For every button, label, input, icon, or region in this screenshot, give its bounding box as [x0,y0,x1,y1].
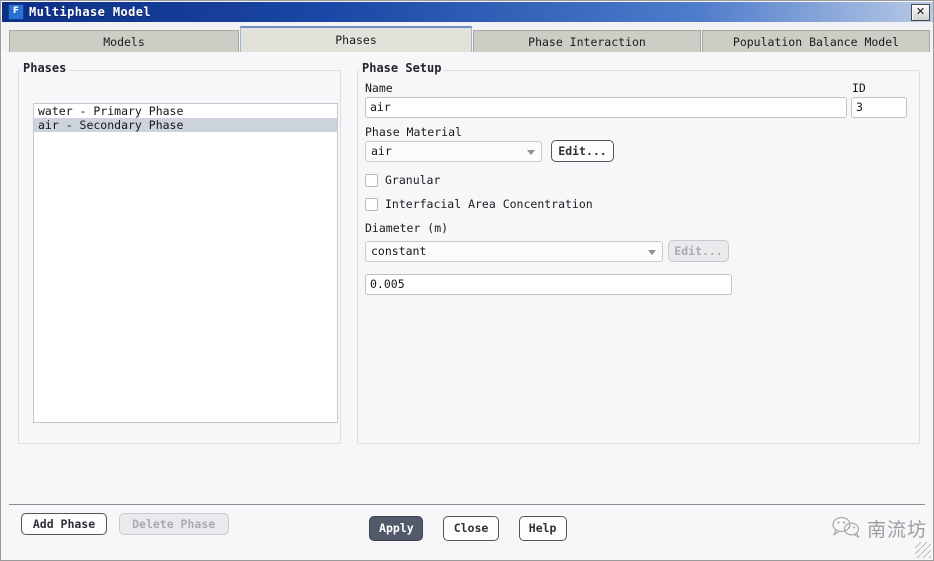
interfacial-area-concentration-checkbox-row[interactable]: Interfacial Area Concentration [365,197,593,211]
phase-material-select[interactable]: air [365,141,542,162]
watermark-text: 南流坊 [866,519,927,541]
list-item[interactable]: water - Primary Phase [34,104,337,118]
granular-checkbox[interactable] [365,173,378,187]
phase-setup-group: Phase Setup Name air ID 3 Phase Material… [357,61,920,444]
multiphase-model-dialog: F Multiphase Model ✕ Models Phases Phase… [0,0,934,561]
resize-grip[interactable] [915,542,931,558]
list-item[interactable]: air - Secondary Phase [34,118,337,132]
watermark: 南流坊 [831,515,927,542]
tab-strip: Models Phases Phase Interaction Populati… [9,26,931,52]
apply-button[interactable]: Apply [369,516,424,541]
tab-phase-interaction[interactable]: Phase Interaction [473,30,701,52]
name-input[interactable]: air [365,97,847,118]
phase-setup-group-title: Phase Setup [359,61,445,75]
phase-material-edit-button[interactable]: Edit... [551,140,614,162]
window-title: Multiphase Model [29,5,151,19]
wechat-icon [831,516,861,542]
phases-group: Phases water - Primary Phase air - Secon… [18,61,341,444]
diameter-method-select[interactable]: constant [365,241,663,262]
title-bar: F Multiphase Model ✕ [2,2,933,22]
tab-population-balance-model[interactable]: Population Balance Model [702,30,930,52]
chevron-down-icon [527,150,535,155]
tab-content-phases: Phases water - Primary Phase air - Secon… [2,52,933,535]
footer-separator [9,504,925,505]
id-label: ID [852,81,866,95]
phase-material-label: Phase Material [365,125,462,139]
name-label: Name [365,81,393,95]
phase-material-value: air [371,144,392,158]
granular-label: Granular [385,173,441,187]
dialog-footer: Apply Close Help [1,516,933,541]
close-icon[interactable]: ✕ [911,3,930,21]
phases-list[interactable]: water - Primary Phase air - Secondary Ph… [33,103,338,423]
help-button[interactable]: Help [518,516,567,541]
close-button[interactable]: Close [443,516,499,541]
fluent-app-icon: F [8,4,24,20]
diameter-edit-button[interactable]: Edit... [668,240,729,262]
phases-group-title: Phases [20,61,70,75]
id-input[interactable]: 3 [851,97,907,118]
chevron-down-icon [648,250,656,255]
tab-bar: Models Phases Phase Interaction Populati… [2,22,933,52]
tab-models[interactable]: Models [9,30,239,52]
diameter-method-value: constant [371,244,427,258]
granular-checkbox-row[interactable]: Granular [365,173,440,187]
tab-phases[interactable]: Phases [240,26,472,52]
interfacial-area-concentration-checkbox[interactable] [365,197,378,211]
diameter-label: Diameter (m) [365,221,449,235]
interfacial-area-concentration-label: Interfacial Area Concentration [385,197,593,211]
diameter-value-input[interactable]: 0.005 [365,274,732,295]
